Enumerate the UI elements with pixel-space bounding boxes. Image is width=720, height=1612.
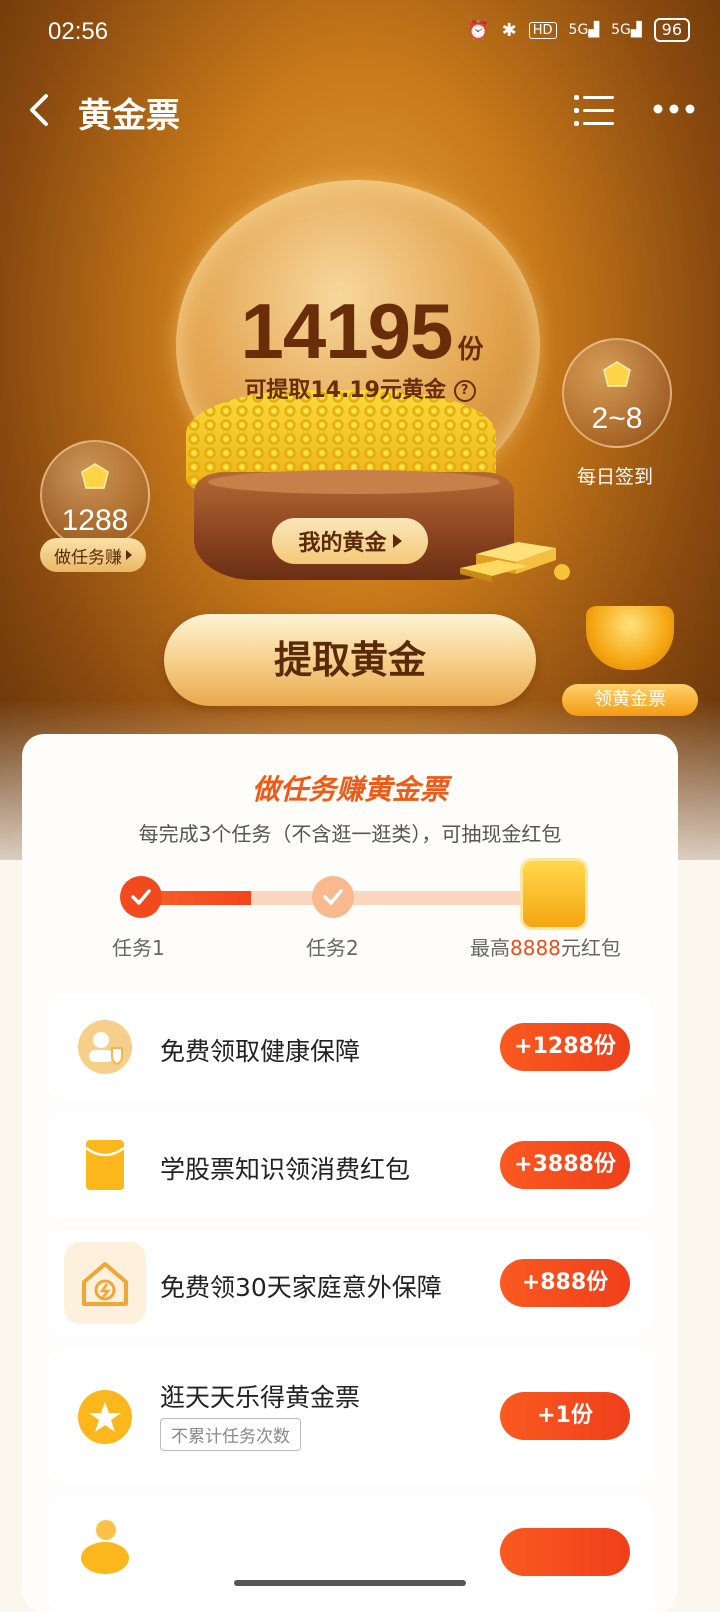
max-reward-prefix: 最高 — [470, 936, 510, 960]
status-time: 02:56 — [48, 18, 109, 45]
task-row[interactable]: 免费领30天家庭意外保障 +888份 — [48, 1230, 652, 1336]
task-row[interactable] — [48, 1496, 652, 1612]
red-envelope-icon — [85, 1140, 125, 1190]
coin-bag-icon — [81, 1520, 129, 1574]
task-name: 逛天天乐得黄金票 — [160, 1383, 361, 1412]
page-title: 黄金票 — [78, 96, 180, 136]
task-row[interactable]: 逛天天乐得黄金票 不累计任务次数 +1份 — [48, 1348, 652, 1484]
task-name: 免费领取健康保障 — [160, 1037, 361, 1066]
chevron-right-icon — [126, 550, 132, 560]
step-1-check-icon — [120, 876, 162, 918]
gem-icon — [603, 361, 631, 387]
withdrawable-text: 可提取14.19元黄金 ? — [210, 372, 510, 404]
my-gold-button[interactable]: 我的黄金 — [272, 518, 428, 564]
task-name: 免费领30天家庭意外保障 — [160, 1273, 442, 1302]
gold-amount-unit: 份 — [457, 335, 484, 365]
max-reward-amount: 8888 — [510, 936, 561, 960]
help-icon[interactable]: ? — [453, 380, 476, 402]
chevron-right-icon — [392, 534, 402, 548]
gold-amount-number: 14195 — [240, 287, 453, 375]
my-gold-label: 我的黄金 — [298, 531, 387, 556]
home-indicator[interactable] — [234, 1580, 466, 1586]
task-bubble-value: 1288 — [61, 504, 129, 537]
task-row[interactable]: 免费领取健康保障 +1288份 — [48, 994, 652, 1100]
step-2-label: 任务2 — [306, 936, 359, 960]
back-arrow-icon[interactable] — [22, 90, 62, 130]
health-shield-icon — [78, 1020, 132, 1074]
task-row[interactable]: 学股票知识领消费红包 +3888份 — [48, 1112, 652, 1218]
task-reward-button[interactable]: +888份 — [500, 1259, 630, 1307]
task-reward-button[interactable] — [500, 1528, 630, 1576]
gold-ingot-icon — [586, 606, 674, 670]
withdrawable-label: 可提取14.19元黄金 — [244, 378, 446, 403]
gem-icon — [81, 463, 109, 489]
task-reward-button[interactable]: +1份 — [500, 1392, 630, 1440]
daily-signin-label: 每日签到 — [576, 466, 653, 488]
max-reward-suffix: 元红包 — [560, 936, 621, 960]
bluetooth-icon: ✱ — [501, 19, 517, 41]
signal-icon: 5G▟ — [568, 22, 600, 38]
step-2-check-icon — [312, 876, 354, 918]
step-1-label: 任务1 — [112, 936, 165, 960]
task-reward-button[interactable]: +3888份 — [500, 1141, 630, 1189]
red-envelope-reward-icon — [520, 858, 588, 930]
signin-bubble-value: 2~8 — [591, 402, 643, 435]
battery-icon: 96 — [653, 18, 690, 42]
task-tag: 不累计任务次数 — [160, 1418, 301, 1451]
tasks-card-subtitle: 每完成3个任务（不含逛一逛类），可抽现金红包 — [138, 822, 562, 846]
claim-ticket-label: 领黄金票 — [562, 684, 698, 716]
status-icons: ⏰ ✱ HD 5G▟ 5G▟ 96 — [467, 18, 690, 42]
globe-base-top — [208, 470, 500, 494]
task-earn-bubble[interactable]: 1288 — [40, 440, 150, 550]
list-menu-icon[interactable] — [574, 92, 614, 128]
task-earn-label: 做任务赚 — [54, 547, 122, 568]
task-name: 学股票知识领消费红包 — [160, 1155, 411, 1184]
task-earn-pill[interactable]: 做任务赚 — [40, 538, 146, 572]
gold-amount: 14195 份 — [232, 286, 492, 377]
daily-signin-bubble[interactable]: 2~8 — [562, 338, 672, 448]
gold-bars-icon — [460, 542, 570, 582]
more-options-icon[interactable] — [650, 94, 698, 124]
hd-icon: HD — [528, 21, 557, 39]
withdraw-gold-button[interactable]: 提取黄金 — [164, 614, 536, 706]
tasks-card-title: 做任务赚黄金票 — [251, 773, 448, 806]
alarm-icon: ⏰ — [467, 19, 490, 41]
task-reward-button[interactable]: +1288份 — [500, 1023, 630, 1071]
house-icon — [64, 1242, 146, 1324]
max-reward-label: 最高8888元红包 — [470, 932, 621, 961]
status-bar: 02:56 ⏰ ✱ HD 5G▟ 5G▟ 96 — [0, 0, 720, 64]
signal-icon-2: 5G▟ — [611, 22, 642, 38]
star-icon — [78, 1390, 132, 1444]
claim-ticket-button[interactable]: 领黄金票 — [560, 596, 700, 720]
nav-bar: 黄金票 — [0, 80, 720, 144]
